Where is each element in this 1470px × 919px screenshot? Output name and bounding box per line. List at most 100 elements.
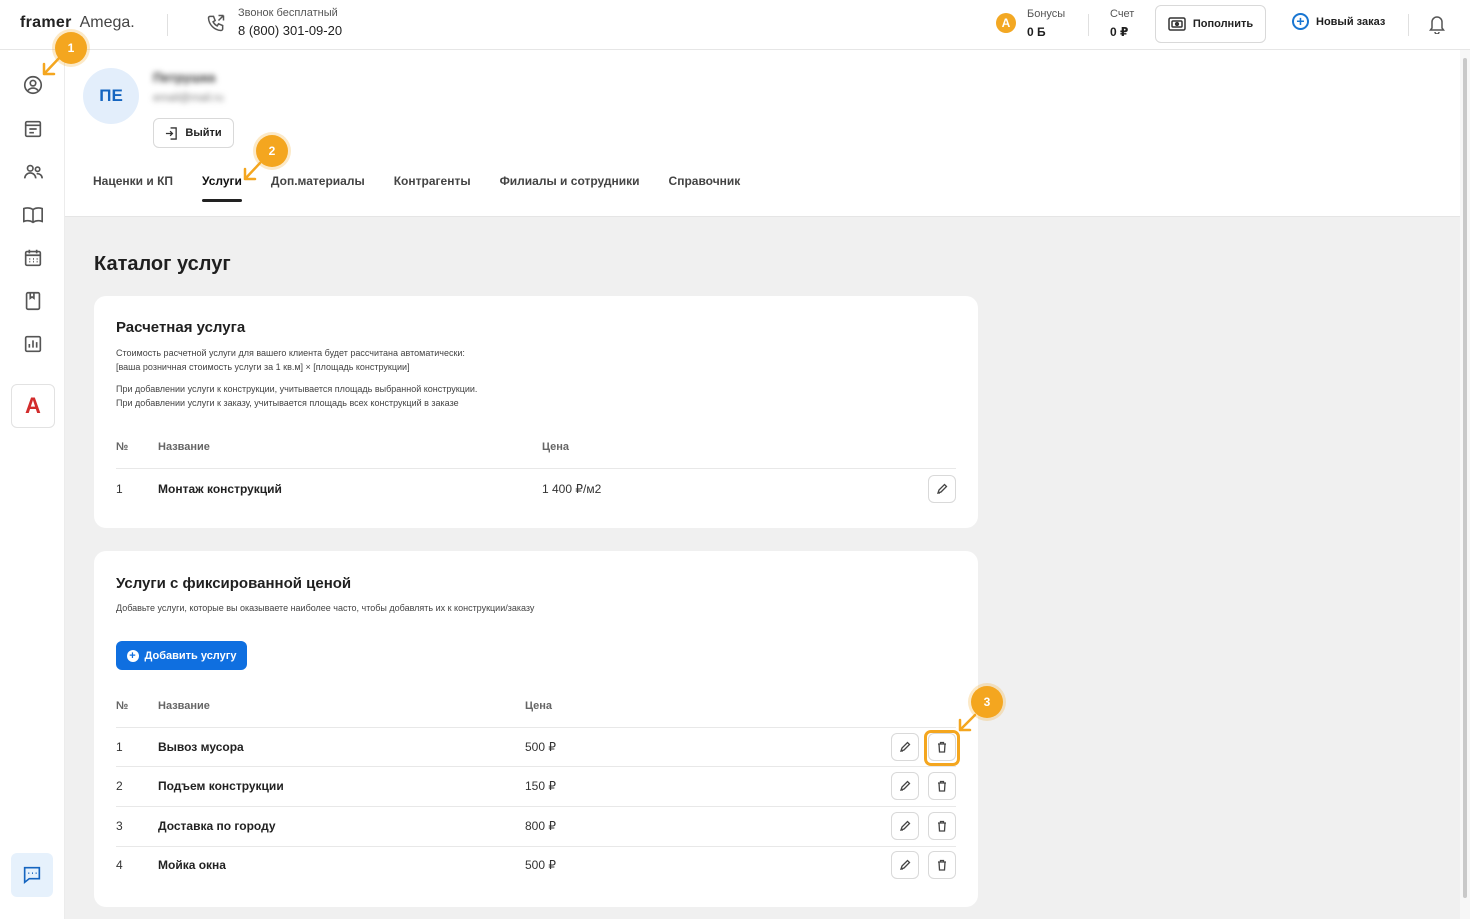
plus-circle-icon: +	[126, 649, 139, 662]
new-order-label: Новый заказ	[1316, 15, 1386, 28]
topup-label: Пополнить	[1192, 18, 1254, 30]
row-num: 2	[116, 779, 123, 793]
calc-card-desc-3: При добавлении услуги к конструкции, учи…	[116, 384, 478, 394]
users-icon[interactable]	[22, 161, 44, 183]
row-name: Мойка окна	[158, 858, 226, 872]
tab-extra-materials[interactable]: Доп.материалы	[271, 174, 365, 202]
tab-branches[interactable]: Филиалы и сотрудники	[500, 174, 640, 202]
row-price: 500 ₽	[525, 740, 556, 754]
profile-email: email@mail.ru	[153, 92, 224, 104]
brand-part2: Amega.	[79, 14, 135, 31]
row-name: Подъем конструкции	[158, 779, 284, 793]
fixed-services-card: Услуги с фиксированной ценой Добавьте ус…	[94, 551, 978, 907]
edit-button[interactable]	[891, 812, 919, 840]
fixed-card-desc: Добавьте услуги, которые вы оказываете н…	[116, 603, 535, 613]
logout-label: Выйти	[185, 127, 222, 139]
col-num: №	[116, 441, 129, 453]
plus-circle-icon: +	[1292, 13, 1309, 30]
fixed-card-title: Услуги с фиксированной ценой	[116, 575, 352, 592]
page-title: Каталог услуг	[94, 253, 231, 275]
topup-button[interactable]: Пополнить	[1155, 5, 1266, 43]
phone-icon	[207, 14, 225, 32]
logout-icon	[166, 126, 178, 140]
logout-button[interactable]: Выйти	[153, 118, 234, 148]
row-price: 1 400 ₽/м2	[542, 482, 602, 496]
bonus-value: 0 Б	[1027, 25, 1046, 39]
divider	[116, 846, 956, 847]
add-service-button[interactable]: + Добавить услугу	[116, 641, 247, 670]
bonus-label: Бонусы	[1027, 8, 1066, 20]
divider	[116, 468, 956, 469]
trash-icon	[938, 780, 946, 792]
delete-button[interactable]	[928, 812, 956, 840]
brand-logo[interactable]: framer Amega.	[20, 14, 135, 32]
brand-part1: framer	[20, 14, 72, 31]
brand-a-icon[interactable]: A	[11, 384, 55, 428]
edit-button[interactable]	[891, 733, 919, 761]
tab-services[interactable]: Услуги	[202, 174, 242, 202]
bonus-block: Бонусы 0 Б	[1027, 8, 1065, 39]
col-name: Название	[158, 700, 210, 712]
wallet-icon	[1168, 17, 1186, 31]
chat-button[interactable]	[11, 853, 53, 897]
orders-icon[interactable]	[22, 118, 44, 140]
calc-card-desc-1: Стоимость расчетной услуги для вашего кл…	[116, 348, 465, 358]
trash-icon	[938, 820, 946, 832]
edit-button[interactable]	[891, 851, 919, 879]
calc-card-title: Расчетная услуга	[116, 319, 246, 336]
delete-button[interactable]	[928, 851, 956, 879]
profile-icon[interactable]	[22, 74, 44, 96]
tab-reference[interactable]: Справочник	[669, 174, 741, 202]
phone-block[interactable]: Звонок бесплатный 8 (800) 301-09-20	[238, 7, 342, 38]
row-name: Доставка по городу	[158, 819, 276, 833]
divider	[116, 806, 956, 807]
phone-number[interactable]: 8 (800) 301-09-20	[238, 23, 342, 38]
calc-card-desc-2: [ваша розничная стоимость услуги за 1 кв…	[116, 362, 410, 372]
profile-header: ПЕ Петрушка email@mail.ru Выйти Наценки …	[65, 50, 1460, 217]
col-price: Цена	[542, 441, 570, 453]
row-price: 150 ₽	[525, 779, 556, 793]
pencil-icon	[899, 780, 911, 792]
row-name: Вывоз мусора	[158, 740, 244, 754]
gallery-icon[interactable]	[22, 290, 44, 312]
delete-button-highlight	[924, 730, 960, 766]
edit-button[interactable]	[928, 475, 956, 503]
bonus-icon: A	[996, 13, 1016, 33]
row-num: 4	[116, 858, 123, 872]
edit-button[interactable]	[891, 772, 919, 800]
scrollbar[interactable]	[1460, 50, 1470, 919]
scrollbar-thumb[interactable]	[1463, 58, 1467, 898]
pencil-icon	[899, 859, 911, 871]
col-name: Название	[158, 441, 210, 453]
trash-icon	[938, 859, 946, 871]
row-num: 3	[116, 819, 123, 833]
row-num: 1	[116, 740, 123, 754]
new-order-button[interactable]: + Новый заказ	[1292, 13, 1385, 30]
sidebar: A	[0, 50, 65, 919]
calendar-icon[interactable]	[22, 247, 44, 269]
book-icon[interactable]	[22, 204, 44, 226]
account-label: Счет	[1110, 8, 1135, 20]
profile-name: Петрушка	[153, 70, 216, 85]
delete-button[interactable]	[928, 772, 956, 800]
tab-markups[interactable]: Наценки и КП	[93, 174, 173, 202]
add-service-label: Добавить услугу	[144, 649, 237, 662]
col-price: Цена	[525, 700, 553, 712]
calc-card-desc-4: При добавлении услуги к заказу, учитывае…	[116, 398, 459, 408]
row-num: 1	[116, 482, 123, 496]
bell-icon[interactable]	[1428, 14, 1446, 34]
divider	[1408, 14, 1409, 36]
marker-3: 3	[971, 686, 1003, 718]
calc-service-card: Расчетная услуга Стоимость расчетной усл…	[94, 296, 978, 528]
phone-label: Звонок бесплатный	[238, 7, 338, 19]
pencil-icon	[899, 820, 911, 832]
tab-contractors[interactable]: Контрагенты	[394, 174, 471, 202]
divider	[116, 727, 956, 728]
pencil-icon	[936, 483, 948, 495]
divider	[116, 766, 956, 767]
marker-1: 1	[55, 32, 87, 64]
row-price: 800 ₽	[525, 819, 556, 833]
reports-icon[interactable]	[22, 333, 44, 355]
pencil-icon	[899, 741, 911, 753]
avatar: ПЕ	[83, 68, 139, 124]
